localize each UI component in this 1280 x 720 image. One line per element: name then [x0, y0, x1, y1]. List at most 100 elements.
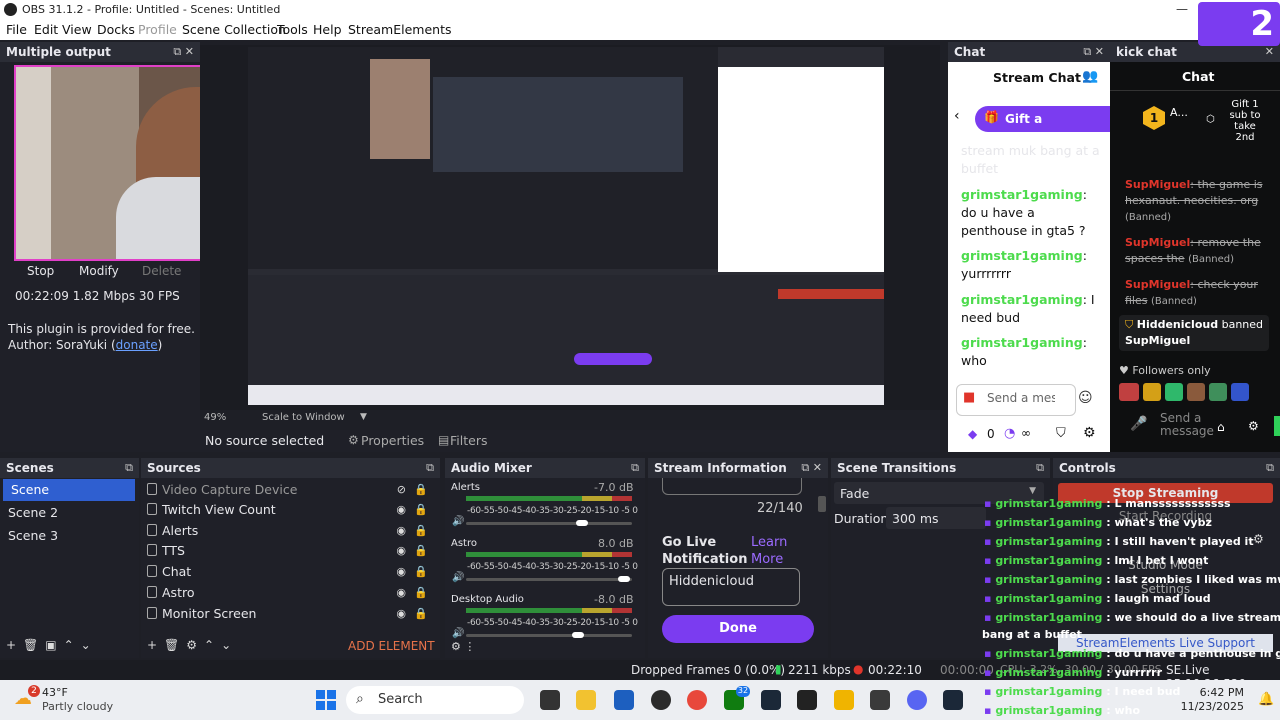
dock-close-icon[interactable]: ⧉ ✕	[173, 42, 194, 62]
source-item[interactable]: Alerts ◉ 🔒	[141, 521, 440, 541]
menu-profile[interactable]: Profile	[138, 22, 177, 37]
menu-help[interactable]: Help	[313, 22, 342, 37]
task-view-icon[interactable]	[540, 690, 560, 710]
prediction-icon[interactable]: ◔	[1004, 426, 1015, 441]
microphone-icon[interactable]: 🎤	[1130, 416, 1147, 432]
dock-float-icon[interactable]: ⧉	[1036, 458, 1044, 478]
menu-view[interactable]: View	[62, 22, 92, 37]
user-list-icon[interactable]: 👥	[1082, 69, 1098, 84]
eye-icon[interactable]: ◉	[396, 583, 406, 603]
source-toolbar[interactable]: +🗑⚙⌃⌄	[147, 638, 238, 652]
volume-slider[interactable]	[466, 576, 632, 582]
minimize-button[interactable]: —	[1176, 2, 1188, 16]
delete-output-button[interactable]: Delete	[142, 264, 181, 278]
source-item[interactable]: Chat ◉ 🔒	[141, 562, 440, 582]
title-field[interactable]	[662, 478, 802, 495]
kick-username[interactable]: SupMiguel	[1125, 278, 1190, 291]
camera-icon[interactable]: ■	[963, 390, 975, 405]
eye-icon[interactable]: ◉	[396, 562, 406, 582]
lock-icon[interactable]: 🔒	[414, 583, 428, 603]
chat-username[interactable]: grimstar1gaming	[961, 248, 1083, 263]
menu-scene-collection[interactable]: Scene Collection	[182, 22, 286, 37]
notification-input[interactable]: Hiddenicloud	[662, 568, 800, 606]
scale-mode-select[interactable]: Scale to Window	[262, 412, 345, 423]
emote-icon[interactable]	[1209, 383, 1227, 401]
menu-file[interactable]: File	[6, 22, 27, 37]
file-explorer-icon[interactable]	[576, 690, 596, 710]
preview-canvas[interactable]	[248, 47, 884, 405]
rockstar-icon[interactable]	[834, 690, 854, 710]
filters-button[interactable]: Filters	[450, 433, 487, 448]
chat-username[interactable]: grimstar1gaming	[961, 335, 1083, 350]
mixer-settings-icon[interactable]: ⚙ ⋮	[451, 640, 475, 653]
kick-username[interactable]: SupMiguel	[1125, 178, 1190, 191]
scrollbar[interactable]	[818, 496, 826, 512]
source-item[interactable]: Monitor Screen ◉ 🔒	[141, 604, 440, 624]
settings-gear-icon[interactable]: ⚙	[1083, 425, 1096, 441]
donate-link[interactable]: donate	[116, 338, 158, 352]
source-item[interactable]: Twitch View Count ◉ 🔒	[141, 500, 440, 520]
volume-slider-knob[interactable]	[576, 520, 588, 526]
speaker-icon[interactable]: 🔊	[452, 628, 464, 639]
done-button[interactable]: Done	[662, 615, 814, 643]
lock-icon[interactable]: 🔒	[414, 604, 428, 624]
chat-input[interactable]: ■ Send a message	[956, 384, 1076, 416]
emote-icon[interactable]	[1165, 383, 1183, 401]
source-item[interactable]: TTS ◉ 🔒	[141, 541, 440, 561]
properties-button[interactable]: Properties	[361, 433, 424, 448]
zoom-level[interactable]: 49%	[204, 412, 226, 423]
volume-slider[interactable]	[466, 632, 632, 638]
points-icon[interactable]: ◆	[968, 427, 977, 441]
steam-icon[interactable]	[761, 690, 781, 710]
settings-gear-icon[interactable]: ⚙	[1253, 532, 1264, 546]
eye-icon[interactable]: ◉	[396, 541, 406, 561]
taskbar-search[interactable]: ⌕ Search	[346, 686, 524, 714]
stop-output-button[interactable]: Stop	[27, 264, 54, 278]
windows-start-icon[interactable]	[316, 690, 336, 710]
store-icon[interactable]: ⌂	[1217, 420, 1225, 434]
emote-icon[interactable]	[1143, 383, 1161, 401]
emote-icon[interactable]	[1187, 383, 1205, 401]
discord-icon[interactable]	[907, 690, 927, 710]
hidden-eye-icon[interactable]: ⊘	[397, 480, 406, 500]
emote-row[interactable]	[1119, 383, 1259, 403]
scene-item[interactable]: Scene 3	[0, 525, 139, 547]
chrome-icon[interactable]	[687, 690, 707, 710]
steam-alt-icon[interactable]	[943, 690, 963, 710]
notification-bell-icon[interactable]: 🔔	[1258, 692, 1274, 707]
eye-icon[interactable]: ◉	[396, 521, 406, 541]
speaker-icon[interactable]: 🔊	[452, 572, 464, 583]
dock-float-icon[interactable]: ⧉	[125, 458, 133, 478]
lock-icon[interactable]: 🔒	[414, 480, 428, 500]
speaker-icon[interactable]: 🔊	[452, 516, 464, 527]
source-item[interactable]: Video Capture Device ⊘ 🔒	[141, 480, 440, 500]
emote-icon[interactable]	[1119, 383, 1139, 401]
kick-username[interactable]: SupMiguel	[1125, 236, 1190, 249]
dock-float-icon[interactable]: ⧉	[1266, 458, 1274, 478]
volume-slider[interactable]	[466, 520, 632, 526]
source-item[interactable]: Astro ◉ 🔒	[141, 583, 440, 603]
shield-icon[interactable]: ⛉	[1056, 426, 1066, 441]
modify-output-button[interactable]: Modify	[79, 264, 119, 278]
menu-edit[interactable]: Edit	[34, 22, 58, 37]
gift-sub-prompt[interactable]: Gift 1 sub to take 2nd	[1220, 99, 1270, 143]
volume-slider-knob[interactable]	[572, 632, 584, 638]
duration-input[interactable]: 300 ms	[886, 507, 986, 529]
scene-toolbar[interactable]: +🗑▣⌃⌄	[6, 638, 98, 652]
volume-slider-knob[interactable]	[618, 576, 630, 582]
lock-icon[interactable]: 🔒	[414, 562, 428, 582]
dock-float-icon[interactable]: ⧉ ✕	[1083, 42, 1104, 62]
kick-input-placeholder[interactable]: Send a message	[1160, 412, 1214, 438]
scene-item[interactable]: Scene 2	[0, 502, 139, 524]
lock-icon[interactable]: 🔒	[414, 541, 428, 561]
menu-streamelements[interactable]: StreamElements	[348, 22, 452, 37]
chat-username[interactable]: grimstar1gaming	[961, 187, 1083, 202]
emoji-icon[interactable]: ☺	[1078, 390, 1093, 406]
eye-icon[interactable]: ◉	[396, 604, 406, 624]
dock-float-icon[interactable]: ⧉ ✕	[801, 458, 822, 478]
menu-docks[interactable]: Docks	[97, 22, 135, 37]
lock-icon[interactable]: 🔒	[414, 521, 428, 541]
epic-games-icon[interactable]	[797, 690, 817, 710]
clock-time[interactable]: 6:42 PM	[1196, 686, 1244, 699]
back-chevron-icon[interactable]: ‹	[954, 108, 960, 124]
